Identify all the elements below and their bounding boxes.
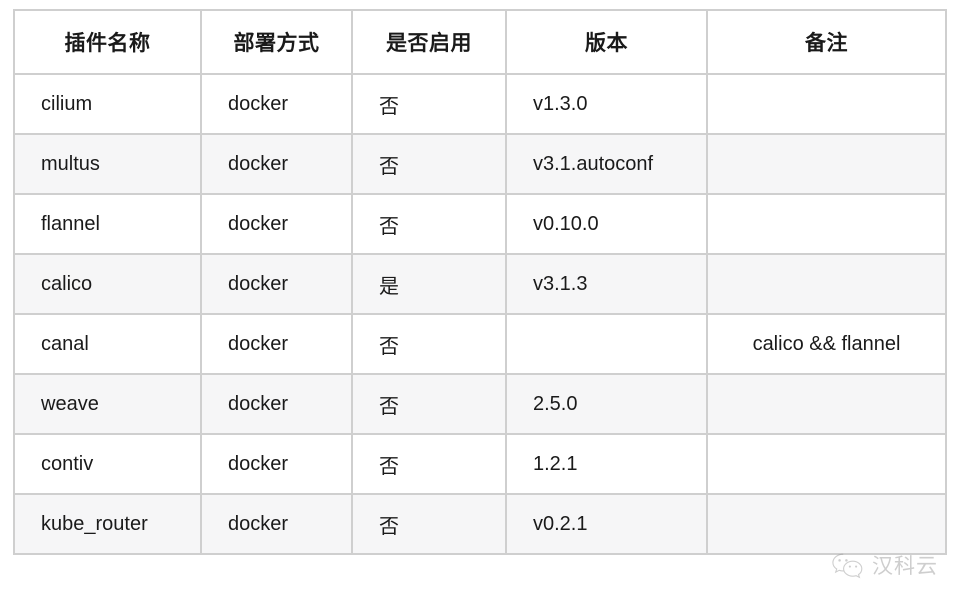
cell-note [706, 73, 947, 135]
document-page: 插件名称 部署方式 是否启用 版本 备注 cilium docker 否 v1.… [0, 0, 960, 596]
cell-enabled: 否 [351, 73, 507, 135]
plugin-table: 插件名称 部署方式 是否启用 版本 备注 cilium docker 否 v1.… [13, 9, 947, 555]
cell-enabled: 是 [351, 253, 507, 315]
cell-enabled: 否 [351, 493, 507, 555]
cell-deploy-method: docker [200, 493, 353, 555]
cell-plugin-name: flannel [13, 193, 202, 255]
column-header-note: 备注 [706, 9, 947, 75]
column-header-deploy-method: 部署方式 [200, 9, 353, 75]
cell-deploy-method: docker [200, 193, 353, 255]
cell-deploy-method: docker [200, 313, 353, 375]
cell-note [706, 373, 947, 435]
cell-enabled: 否 [351, 433, 507, 495]
table-row: contiv docker 否 1.2.1 [13, 433, 947, 495]
table-row: multus docker 否 v3.1.autoconf [13, 133, 947, 195]
table-row: cilium docker 否 v1.3.0 [13, 73, 947, 135]
cell-note [706, 433, 947, 495]
cell-version: v0.2.1 [505, 493, 708, 555]
cell-note: calico && flannel [706, 313, 947, 375]
cell-note [706, 493, 947, 555]
cell-deploy-method: docker [200, 73, 353, 135]
cell-note [706, 253, 947, 315]
cell-deploy-method: docker [200, 373, 353, 435]
cell-deploy-method: docker [200, 133, 353, 195]
cell-version [505, 313, 708, 375]
cell-enabled: 否 [351, 373, 507, 435]
table-row: flannel docker 否 v0.10.0 [13, 193, 947, 255]
cell-deploy-method: docker [200, 433, 353, 495]
cell-enabled: 否 [351, 313, 507, 375]
cell-version: 1.2.1 [505, 433, 708, 495]
table-header-row: 插件名称 部署方式 是否启用 版本 备注 [13, 9, 947, 75]
cell-enabled: 否 [351, 193, 507, 255]
cell-plugin-name: weave [13, 373, 202, 435]
cell-version: v3.1.autoconf [505, 133, 708, 195]
cell-plugin-name: canal [13, 313, 202, 375]
column-header-version: 版本 [505, 9, 708, 75]
cell-plugin-name: calico [13, 253, 202, 315]
plugin-table-container: 插件名称 部署方式 是否启用 版本 备注 cilium docker 否 v1.… [13, 9, 947, 584]
cell-enabled: 否 [351, 133, 507, 195]
cell-version: v3.1.3 [505, 253, 708, 315]
cell-plugin-name: cilium [13, 73, 202, 135]
cell-deploy-method: docker [200, 253, 353, 315]
table-header: 插件名称 部署方式 是否启用 版本 备注 [13, 9, 947, 75]
table-row: weave docker 否 2.5.0 [13, 373, 947, 435]
table-row: calico docker 是 v3.1.3 [13, 253, 947, 315]
column-header-enabled: 是否启用 [351, 9, 507, 75]
cell-version: v1.3.0 [505, 73, 708, 135]
table-row: kube_router docker 否 v0.2.1 [13, 493, 947, 555]
cell-note [706, 193, 947, 255]
table-body: cilium docker 否 v1.3.0 multus docker 否 v… [13, 73, 947, 555]
cell-version: 2.5.0 [505, 373, 708, 435]
table-row: canal docker 否 calico && flannel [13, 313, 947, 375]
cell-note [706, 133, 947, 195]
cell-plugin-name: kube_router [13, 493, 202, 555]
cell-plugin-name: multus [13, 133, 202, 195]
cell-version: v0.10.0 [505, 193, 708, 255]
column-header-plugin-name: 插件名称 [13, 9, 202, 75]
cell-plugin-name: contiv [13, 433, 202, 495]
